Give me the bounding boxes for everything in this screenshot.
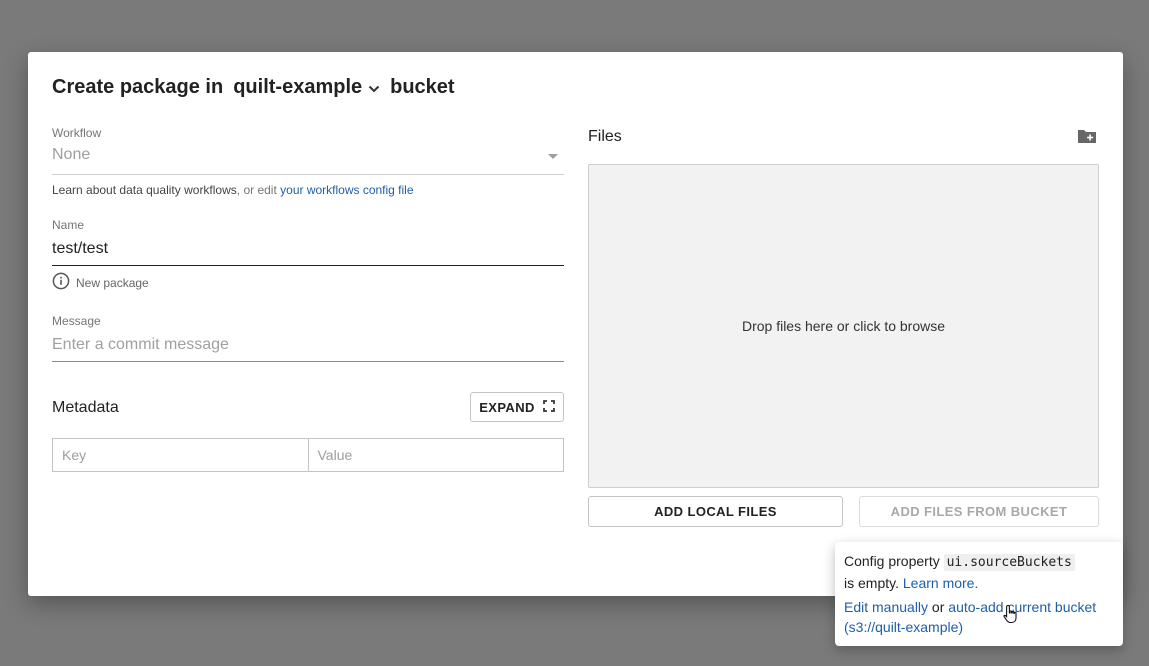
files-header: Files xyxy=(588,126,1099,164)
metadata-kv-row: Key Value xyxy=(52,438,564,472)
workflow-label: Workflow xyxy=(52,126,102,140)
name-value: test/test xyxy=(52,240,109,257)
message-input[interactable]: Enter a commit message xyxy=(52,331,564,362)
add-files-from-bucket-button[interactable]: ADD FILES FROM BUCKET xyxy=(859,496,1099,527)
workflow-value: None xyxy=(52,146,91,163)
package-form: Workflow None Learn about data quality w… xyxy=(52,126,564,472)
dropdown-arrow-icon xyxy=(548,154,558,159)
create-new-folder-icon[interactable] xyxy=(1077,128,1097,149)
popover-actions: Edit manually or auto-add current bucket… xyxy=(844,597,1114,637)
name-label: Name xyxy=(52,218,85,232)
title-prefix: Create package in xyxy=(52,76,224,98)
files-title: Files xyxy=(588,128,622,145)
chevron-down-icon xyxy=(368,76,380,99)
hand-pointer-icon xyxy=(1002,604,1020,629)
expand-label: EXPAND xyxy=(479,399,535,415)
popover-text-after: is empty. xyxy=(844,575,903,591)
fullscreen-icon xyxy=(535,399,555,415)
dropzone-text: Drop files here or click to browse xyxy=(741,318,946,334)
name-hint-text: New package xyxy=(76,275,149,290)
expand-metadata-button[interactable]: EXPAND xyxy=(470,392,564,422)
popover-message: Config property ui.sourceBuckets is empt… xyxy=(844,551,1114,593)
files-buttons: ADD LOCAL FILES ADD FILES FROM BUCKET xyxy=(588,496,1099,527)
workflows-config-link[interactable]: your workflows config file xyxy=(280,183,413,197)
metadata-value-input[interactable]: Value xyxy=(307,439,564,471)
file-dropzone[interactable]: Drop files here or click to browse xyxy=(588,164,1099,488)
add-local-files-button[interactable]: ADD LOCAL FILES xyxy=(588,496,843,527)
edit-manually-link[interactable]: Edit manually xyxy=(844,599,928,615)
workflow-help-mid: , or edit xyxy=(236,183,281,197)
name-hint: New package xyxy=(52,272,564,293)
message-label: Message xyxy=(52,314,101,328)
bucket-name: quilt-example xyxy=(233,76,363,98)
learn-more-link[interactable]: Learn more. xyxy=(903,575,978,591)
name-input[interactable]: test/test xyxy=(52,235,564,266)
popover-text-before: Config property xyxy=(844,553,944,569)
files-panel: Files Drop files here or click to browse… xyxy=(588,126,1099,527)
create-package-dialog: Create package in quilt-example bucket W… xyxy=(28,52,1123,596)
bucket-select[interactable]: quilt-example xyxy=(233,76,380,99)
workflow-helper: Learn about data quality workflows, or e… xyxy=(52,183,564,197)
popover-or: or xyxy=(928,599,949,615)
message-placeholder: Enter a commit message xyxy=(52,336,229,353)
metadata-title: Metadata xyxy=(52,399,119,416)
workflow-select[interactable]: None xyxy=(52,140,564,175)
config-property-code: ui.sourceBuckets xyxy=(943,554,1075,571)
info-icon xyxy=(52,272,76,293)
source-buckets-popover: Config property ui.sourceBuckets is empt… xyxy=(835,542,1123,646)
workflow-help-text: Learn about data quality workflows xyxy=(52,183,237,197)
dialog-title: Create package in quilt-example bucket xyxy=(52,76,455,99)
metadata-key-input[interactable]: Key xyxy=(53,439,308,471)
metadata-header: Metadata EXPAND xyxy=(52,392,564,424)
title-suffix: bucket xyxy=(390,76,455,98)
